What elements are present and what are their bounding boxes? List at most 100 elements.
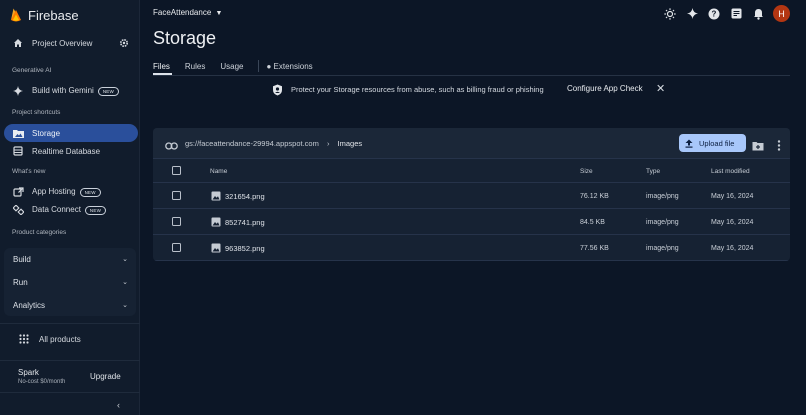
file-name[interactable]: 963852.png [225, 244, 265, 253]
app-check-banner: Protect your Storage resources from abus… [153, 80, 790, 99]
brand-name: Firebase [28, 7, 79, 23]
product-categories-label: Product categories [12, 229, 67, 236]
help-icon[interactable]: ? [707, 7, 721, 21]
file-name[interactable]: 852741.png [225, 218, 265, 227]
realtime-database-label: Realtime Database [32, 146, 101, 156]
database-icon [12, 145, 24, 157]
build-with-gemini-label: Build with Gemini [32, 86, 94, 96]
upgrade-button[interactable]: Upgrade [90, 372, 121, 381]
more-vert-icon[interactable] [777, 138, 781, 156]
sidebar-item-realtime-database[interactable]: Realtime Database [0, 142, 140, 160]
bell-icon[interactable] [751, 7, 765, 21]
close-icon[interactable]: ✕ [656, 83, 665, 95]
category-label: Run [13, 277, 28, 287]
sidebar-divider [0, 360, 140, 361]
table-header: Name Size Type Last modified [153, 159, 790, 183]
tab-files[interactable]: Files [153, 62, 170, 71]
tab-extensions[interactable]: ● Extensions [266, 62, 312, 71]
column-type[interactable]: Type [646, 168, 660, 175]
chevron-right-icon: › [326, 139, 330, 148]
app-hosting-icon [12, 186, 24, 198]
column-name[interactable]: Name [210, 168, 227, 175]
release-notes-icon[interactable] [729, 7, 743, 21]
table-row[interactable]: 963852.png 77.56 KB image/png May 16, 20… [153, 235, 790, 261]
caret-down-icon: ▼ [215, 10, 223, 17]
table-row[interactable]: 321654.png 76.12 KB image/png May 16, 20… [153, 183, 790, 209]
banner-message: Protect your Storage resources from abus… [291, 85, 544, 94]
bucket-path[interactable]: gs://faceattendance-29994.appspot.com [185, 139, 319, 148]
extensions-label: Extensions [273, 61, 313, 71]
sidebar-item-build-with-gemini[interactable]: Build with Gemini NEW [0, 82, 140, 100]
chevron-down-icon: ⌄ [122, 279, 128, 286]
tab-rules[interactable]: Rules [185, 62, 205, 71]
svg-text:?: ? [712, 9, 717, 18]
chevron-down-icon: ⌄ [122, 256, 128, 263]
firebase-logo[interactable]: Firebase [10, 6, 79, 24]
column-last-modified[interactable]: Last modified [711, 168, 750, 175]
file-modified: May 16, 2024 [711, 245, 754, 252]
header-actions: ? H [663, 5, 790, 22]
upload-file-button[interactable]: Upload file [679, 134, 746, 152]
all-products-label: All products [39, 334, 81, 344]
row-checkbox[interactable] [172, 243, 181, 252]
extensions-icon: ● [266, 61, 272, 71]
sidebar-item-app-hosting[interactable]: App Hosting NEW [0, 183, 140, 201]
link-icon[interactable] [165, 138, 178, 156]
theme-sun-icon[interactable] [663, 7, 677, 21]
sidebar-item-storage[interactable]: Storage [0, 124, 140, 142]
table-row[interactable]: 852741.png 84.5 KB image/png May 16, 202… [153, 209, 790, 235]
whats-new-label: What's new [12, 168, 46, 175]
sidebar-item-data-connect[interactable]: Data Connect NEW [0, 201, 140, 219]
app-hosting-label: App Hosting [32, 187, 76, 197]
file-type: image/png [646, 219, 679, 226]
file-name[interactable]: 321654.png [225, 192, 265, 201]
file-browser: gs://faceattendance-29994.appspot.com › … [153, 128, 790, 261]
gemini-sparkle-icon[interactable] [685, 7, 699, 21]
sidebar-divider [0, 392, 140, 393]
page-title: Storage [153, 28, 217, 48]
upload-icon [685, 139, 693, 148]
column-size[interactable]: Size [580, 168, 593, 175]
select-all-checkbox[interactable] [172, 166, 181, 175]
project-name: FaceAttendance [153, 8, 212, 17]
chevron-down-icon: ⌄ [122, 302, 128, 309]
data-connect-icon [12, 204, 24, 216]
project-overview-label: Project Overview [32, 38, 93, 48]
tab-bar: Files Rules Usage ● Extensions [153, 59, 328, 73]
file-type: image/png [646, 193, 679, 200]
category-label: Build [13, 254, 31, 264]
file-size: 84.5 KB [580, 219, 605, 226]
file-type: image/png [646, 245, 679, 252]
new-badge: NEW [97, 86, 119, 96]
category-build[interactable]: Build ⌄ [4, 248, 136, 270]
sparkle-icon [12, 85, 24, 97]
category-analytics[interactable]: Analytics ⌄ [4, 294, 136, 316]
configure-app-check-button[interactable]: Configure App Check [567, 84, 643, 93]
category-label: Analytics [13, 300, 46, 310]
project-selector[interactable]: FaceAttendance ▼ [153, 8, 222, 17]
project-shortcuts-label: Project shortcuts [12, 109, 61, 116]
project-overview-item[interactable]: Project Overview [0, 34, 140, 52]
tab-usage[interactable]: Usage [220, 62, 243, 71]
home-icon [12, 37, 24, 49]
plan-price: No-cost $0/month [18, 379, 66, 385]
new-badge: NEW [84, 205, 107, 215]
file-size: 77.56 KB [580, 245, 609, 252]
gear-icon[interactable] [118, 37, 130, 49]
category-run[interactable]: Run ⌄ [4, 271, 136, 293]
folder-image-icon [12, 127, 24, 139]
generative-ai-label: Generative AI [12, 67, 52, 74]
current-folder: Images [337, 139, 363, 148]
row-checkbox[interactable] [172, 217, 181, 226]
new-folder-icon[interactable] [752, 138, 764, 156]
row-checkbox[interactable] [172, 191, 181, 200]
breadcrumb: gs://faceattendance-29994.appspot.com › … [185, 139, 362, 148]
plan-name: Spark [18, 368, 39, 377]
avatar[interactable]: H [773, 5, 790, 22]
file-modified: May 16, 2024 [711, 193, 754, 200]
sidebar-item-all-products[interactable]: All products [0, 329, 140, 349]
image-file-icon [211, 191, 221, 201]
file-size: 76.12 KB [580, 193, 609, 200]
path-bar: gs://faceattendance-29994.appspot.com › … [153, 128, 790, 159]
collapse-sidebar-icon[interactable]: ‹ [117, 400, 120, 410]
